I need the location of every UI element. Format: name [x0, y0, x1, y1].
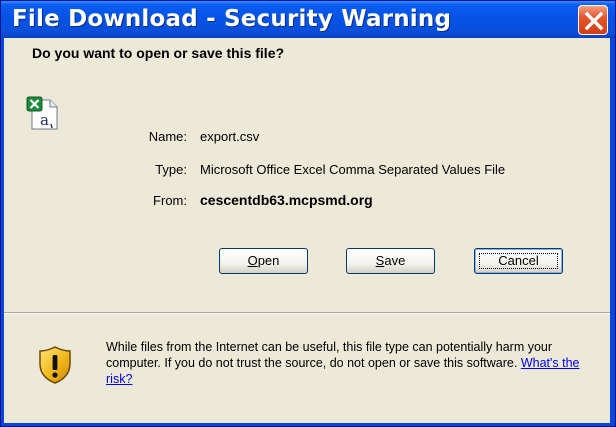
dialog-question: Do you want to open or save this file?: [32, 45, 285, 61]
save-label: ave: [384, 253, 406, 268]
window-title: File Download - Security Warning: [12, 6, 452, 32]
close-button[interactable]: [578, 5, 608, 35]
open-button[interactable]: Open: [219, 248, 308, 274]
title-bar[interactable]: File Download - Security Warning: [1, 1, 615, 39]
from-label: From:: [153, 193, 187, 208]
close-icon: [584, 11, 604, 31]
name-value: export.csv: [200, 129, 260, 144]
warning-message: While files from the Internet can be use…: [106, 339, 598, 387]
security-shield-warning-icon: [39, 346, 71, 384]
from-value: cescentdb63.mcpsmd.org: [200, 192, 373, 208]
name-label: Name:: [148, 129, 187, 144]
type-label: Type:: [155, 162, 187, 177]
excel-csv-file-icon: a: [26, 96, 58, 130]
open-hotkey: O: [247, 253, 258, 268]
cancel-button[interactable]: Cancel: [474, 248, 563, 274]
type-value: Microsoft Office Excel Comma Separated V…: [200, 162, 506, 177]
focus-rectangle: [479, 253, 558, 269]
divider: [4, 312, 610, 314]
open-label: pen: [257, 253, 280, 268]
warning-text: While files from the Internet can be use…: [106, 340, 553, 370]
svg-text:a: a: [40, 111, 49, 129]
save-button[interactable]: Save: [346, 248, 435, 274]
